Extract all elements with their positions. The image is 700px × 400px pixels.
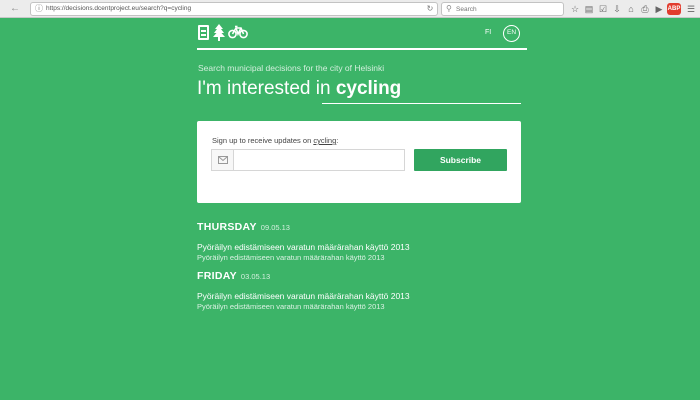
star-icon[interactable]: ☆ (569, 3, 581, 15)
subscribe-button[interactable]: Subscribe (414, 149, 507, 171)
email-icon-box (212, 150, 234, 170)
reload-icon[interactable]: ↻ (425, 4, 435, 14)
title-prefix: I'm interested in (197, 78, 331, 99)
browser-toolbar: ← ⓘ https://decisions.dcentproject.eu/se… (0, 0, 700, 18)
site-header: FI EN (197, 22, 527, 48)
header-divider (197, 48, 527, 50)
pocket-icon[interactable]: ☑ (597, 3, 609, 15)
query-underline (322, 103, 521, 104)
home-icon[interactable]: ⌂ (625, 3, 637, 15)
decision-title-link[interactable]: Pyöräilyn edistämiseen varatun määräraha… (197, 291, 410, 301)
url-info-icon[interactable]: ⓘ (34, 4, 44, 14)
signup-card: Sign up to receive updates on cycling: S… (197, 121, 521, 203)
day-header: FRIDAY 03.05.13 (197, 266, 410, 284)
page-subtitle: Search municipal decisions for the city … (198, 63, 385, 73)
day-date: 09.05.13 (260, 223, 290, 232)
language-en[interactable]: EN (503, 25, 520, 42)
language-fi[interactable]: FI (485, 29, 491, 36)
day-name: THURSDAY (197, 221, 257, 233)
search-icon: ⚲ (446, 4, 452, 13)
decision-subtitle: Pyöräilyn edistämiseen varatun määräraha… (197, 302, 385, 311)
download-icon[interactable]: ⇩ (611, 3, 623, 15)
signup-topic: cycling (313, 136, 337, 145)
decision-subtitle: Pyöräilyn edistämiseen varatun määräraha… (197, 253, 385, 262)
url-bar[interactable]: ⓘ https://decisions.dcentproject.eu/sear… (30, 2, 438, 16)
sync-icon[interactable]: ▶ (653, 3, 665, 15)
page-title: I'm interested in cycling (197, 75, 401, 103)
signup-label: Sign up to receive updates on cycling: (212, 136, 339, 145)
decision-title-link[interactable]: Pyöräilyn edistämiseen varatun määräraha… (197, 242, 410, 252)
envelope-icon (218, 156, 228, 164)
document-icon[interactable] (198, 25, 209, 40)
email-input[interactable] (235, 150, 403, 170)
bicycle-icon[interactable] (228, 25, 248, 39)
back-icon[interactable]: ← (9, 3, 21, 15)
url-text[interactable]: https://decisions.dcentproject.eu/search… (46, 3, 191, 15)
print-icon[interactable]: ⎙ (639, 3, 651, 15)
day-header: THURSDAY 09.05.13 (197, 217, 410, 235)
search-query[interactable]: cycling (336, 78, 401, 99)
reading-list-icon[interactable]: ▤ (583, 3, 595, 15)
day-name: FRIDAY (197, 270, 237, 282)
result-day-group: FRIDAY 03.05.13 Pyöräilyn edistämiseen va… (197, 266, 410, 311)
browser-search-bar[interactable]: ⚲ (441, 2, 564, 16)
day-date: 03.05.13 (240, 272, 271, 281)
browser-search-input[interactable] (456, 3, 556, 15)
menu-icon[interactable]: ☰ (685, 3, 697, 15)
addon-badge-icon[interactable]: ABP (667, 3, 681, 15)
tree-icon[interactable] (213, 24, 225, 41)
result-day-group: THURSDAY 09.05.13 Pyöräilyn edistämiseen … (197, 217, 410, 262)
email-field[interactable] (211, 149, 405, 171)
